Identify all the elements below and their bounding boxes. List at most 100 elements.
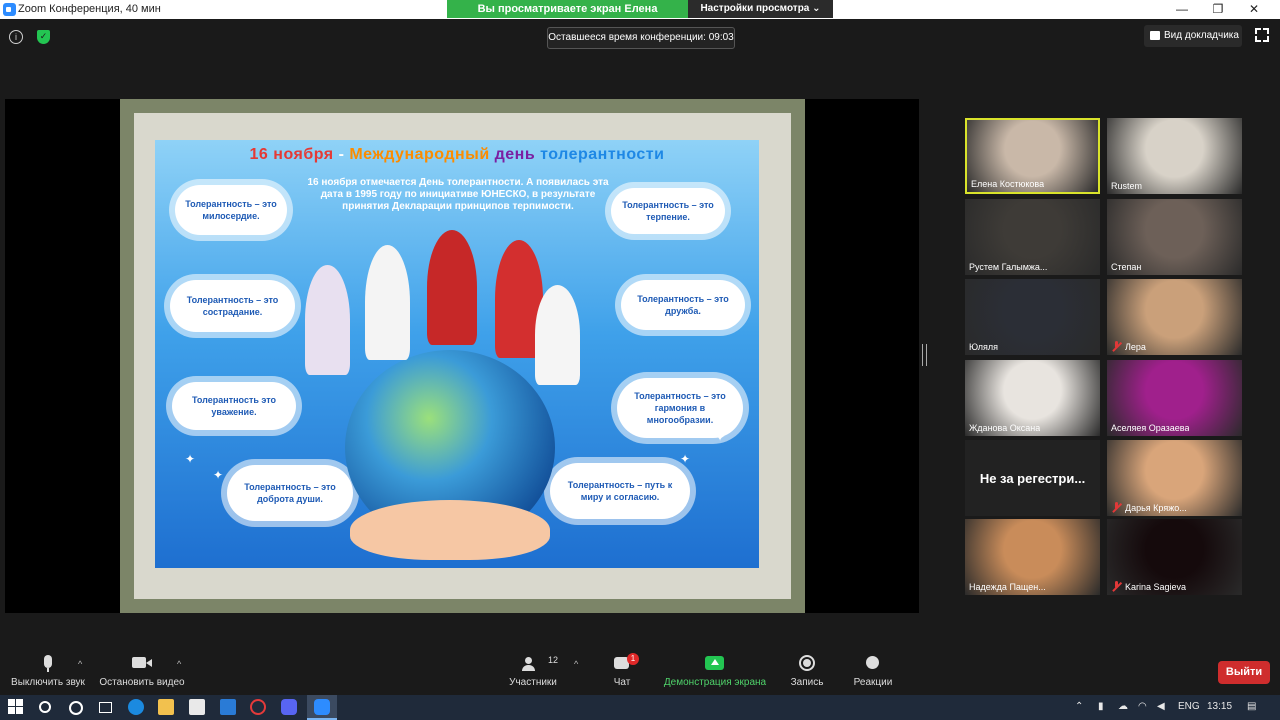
cloud-harmony: Толерантность – это гармония в многообра… [617, 378, 743, 438]
window-title: Zoom Конференция, 40 мин [18, 3, 161, 15]
zoom-taskbar-icon[interactable] [314, 699, 330, 715]
video-camera-icon [97, 655, 187, 671]
edge-browser-icon[interactable] [128, 699, 144, 715]
language-indicator[interactable]: ENG [1178, 701, 1200, 712]
poster-title: 16 ноября - Международный день толерантн… [155, 146, 759, 164]
stop-video-label: Остановить видео [99, 677, 185, 688]
maximize-button[interactable]: ❐ [1200, 0, 1236, 19]
participant-tile[interactable]: Аселяея Оразаева [1107, 360, 1242, 436]
view-options-button[interactable]: Настройки просмотра ⌄ [688, 0, 833, 18]
participants-gallery: Елена Костюкова Rustem Рустем Галымжа... Ст… [965, 115, 1243, 595]
mail-icon[interactable] [220, 699, 236, 715]
participant-tile[interactable]: Рустем Галымжа... [965, 199, 1100, 275]
participant-tile[interactable]: Лера [1107, 279, 1242, 355]
cloud-respect: Толерантность это уважение. [172, 382, 296, 430]
poster-title-date: 16 ноября [249, 146, 334, 163]
zoom-logo-icon [3, 3, 16, 16]
meeting-topbar: i ✓ Оставшееся время конференции: 09:03 … [0, 19, 1280, 55]
share-screen-button[interactable]: Демонстрация экрана [660, 655, 770, 688]
doll-illustration [427, 230, 477, 345]
poster-title-day: день [489, 146, 541, 163]
poster-intro-text: 16 ноября отмечается День толерантности.… [307, 177, 609, 212]
cloud-peace: Толерантность – путь к миру и согласию. [550, 463, 690, 519]
participant-tile[interactable]: Елена Костюкова [965, 118, 1100, 194]
participant-tile[interactable]: Надежда Пащен... [965, 519, 1100, 595]
participant-name: Жданова Оксана [969, 423, 1041, 433]
mute-button[interactable]: Выключить звук [8, 655, 88, 688]
clock[interactable]: 13:15 [1207, 701, 1232, 712]
info-icon[interactable]: i [9, 30, 23, 44]
participant-tile[interactable]: Степан [1107, 199, 1242, 275]
muted-microphone-icon [1111, 502, 1122, 513]
leave-meeting-button[interactable]: Выйти [1218, 661, 1270, 684]
sparkle-icon: ✦ [715, 430, 726, 444]
chat-unread-badge: 1 [627, 653, 639, 665]
participant-name: Надежда Пащен... [969, 582, 1046, 592]
store-icon[interactable] [189, 699, 205, 715]
hands-illustration [350, 500, 550, 560]
participant-name: Степан [1111, 262, 1142, 272]
participants-label: Участники [509, 677, 557, 688]
cloud-compassion: Толерантность – это сострадание. [170, 280, 295, 332]
participants-button[interactable]: 12 Участники [503, 655, 563, 688]
volume-icon[interactable]: ◀ [1157, 701, 1165, 712]
doll-illustration [305, 265, 350, 375]
participant-tile[interactable]: Не за регестри... [965, 440, 1100, 516]
sparkle-icon: ✦ [185, 452, 196, 466]
close-button[interactable]: ✕ [1236, 0, 1272, 19]
gallery-resize-handle[interactable] [922, 344, 927, 366]
tray-expand-icon[interactable]: ⌃ [1075, 701, 1083, 712]
audio-options-caret[interactable]: ^ [78, 659, 82, 669]
participant-name: Karina Sagieva [1125, 582, 1187, 592]
fullscreen-icon[interactable] [1255, 28, 1269, 42]
participant-name: Rustem [1111, 181, 1143, 191]
viewing-screen-banner: Вы просматриваете экран Елена Костюкова [447, 0, 688, 33]
participant-name: Рустем Галымжа... [969, 262, 1048, 272]
sparkle-icon: ✦ [213, 468, 224, 482]
mute-label: Выключить звук [11, 677, 85, 688]
windows-start-icon[interactable] [8, 699, 24, 715]
microphone-icon [8, 655, 88, 672]
task-view-icon[interactable] [67, 699, 83, 715]
cloud-friendship: Толерантность – это дружба. [621, 280, 745, 330]
minimize-button[interactable]: — [1164, 0, 1200, 19]
participant-tile[interactable]: Karina Sagieva [1107, 519, 1242, 595]
record-button[interactable]: Запись [784, 655, 830, 688]
reactions-button[interactable]: Реакции [848, 655, 898, 688]
search-icon[interactable] [37, 699, 53, 715]
participant-tile[interactable]: Юляля [965, 279, 1100, 355]
participant-tile[interactable]: Дарья Кряжо... [1107, 440, 1242, 516]
microphone-tray-icon[interactable]: ▮ [1098, 701, 1104, 712]
wifi-icon[interactable]: ◠ [1138, 701, 1147, 712]
share-screen-icon [660, 655, 770, 671]
stop-video-button[interactable]: Остановить видео [97, 655, 187, 688]
security-shield-icon[interactable]: ✓ [37, 30, 50, 44]
reactions-icon [848, 655, 898, 671]
speaker-view-label: Вид докладчика [1164, 30, 1239, 41]
participant-name: Юляля [969, 342, 998, 352]
participant-name: Лера [1125, 342, 1146, 352]
meeting-time-remaining: Оставшееся время конференции: 09:03 [547, 27, 735, 49]
speaker-view-icon [1150, 31, 1160, 40]
chat-label: Чат [613, 677, 631, 688]
participant-name: Дарья Кряжо... [1125, 503, 1187, 513]
onedrive-icon[interactable]: ☁ [1118, 701, 1128, 712]
window-titlebar: Zoom Конференция, 40 мин Вы просматривае… [0, 0, 1280, 33]
video-options-caret[interactable]: ^ [177, 659, 181, 669]
tolerance-day-poster: 16 ноября - Международный день толерантн… [155, 140, 759, 568]
notifications-icon[interactable]: ▤ [1247, 701, 1256, 712]
file-explorer-icon[interactable] [158, 699, 174, 715]
participants-options-caret[interactable]: ^ [574, 659, 578, 669]
cloud-kindness: Толерантность – это доброта души. [227, 465, 353, 521]
cloud-patience: Толерантность – это терпение. [611, 188, 725, 234]
windows-taskbar: ⌃ ▮ ☁ ◠ ◀ ENG 13:15 ▤ [0, 695, 1280, 720]
meeting-toolbar: Выключить звук ^ Остановить видео ^ 12 У… [0, 645, 1280, 695]
participant-tile[interactable]: Жданова Оксана [965, 360, 1100, 436]
poster-title-international: Международный [349, 146, 490, 163]
speaker-view-button[interactable]: Вид докладчика [1144, 25, 1242, 47]
doll-illustration [535, 285, 580, 385]
participant-tile[interactable]: Rustem [1107, 118, 1242, 194]
opera-icon[interactable] [250, 699, 266, 715]
timeline-icon[interactable] [97, 699, 113, 715]
discord-icon[interactable] [281, 699, 297, 715]
